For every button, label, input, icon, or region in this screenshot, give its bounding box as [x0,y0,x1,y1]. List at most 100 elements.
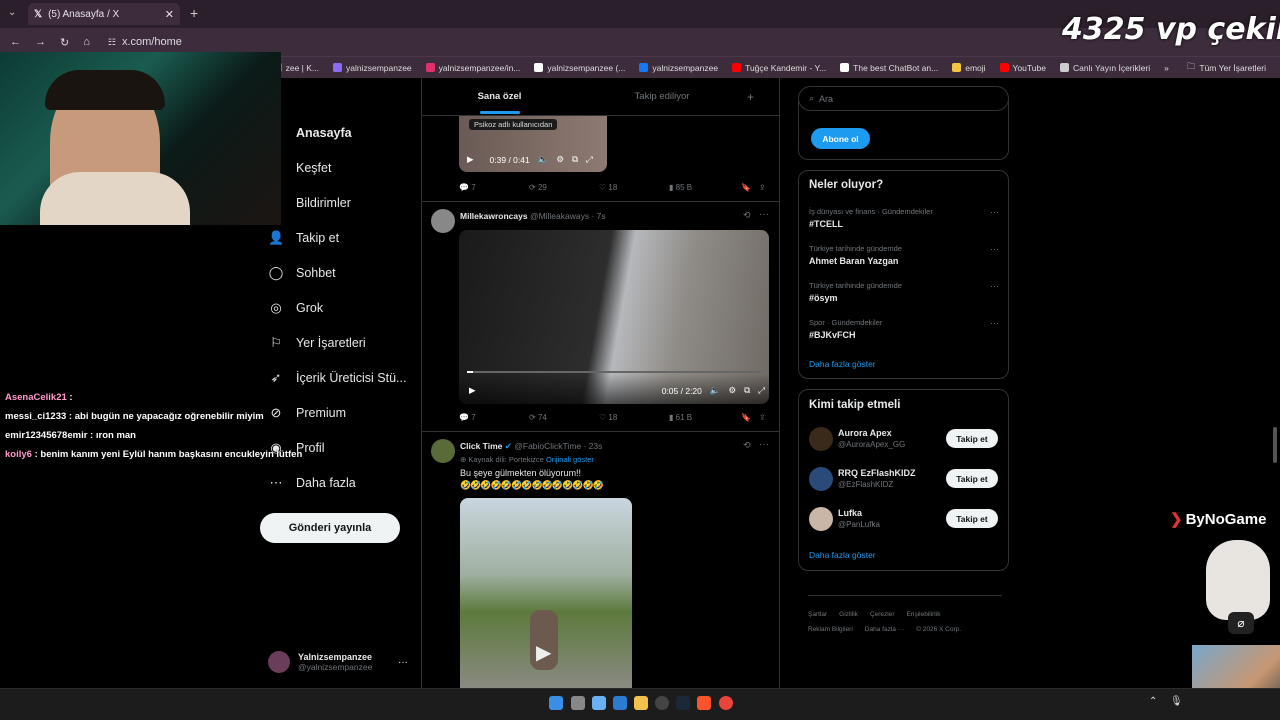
bookmark-icon[interactable]: 🔖 [741,183,759,192]
site-info-icon[interactable]: ☷ [108,37,116,48]
trend-item[interactable]: Türkiye tarihinde gündemde Ahmet Baran Ya… [809,244,999,266]
bookmark-item[interactable]: yalnizsempanzee [332,63,412,73]
play-icon[interactable]: ▶ [467,154,474,165]
show-more-follow-link[interactable]: Daha fazla göster [809,550,876,560]
more-dots-icon[interactable]: ··· [990,318,999,328]
grok-icon[interactable]: ⟲ [743,440,751,451]
follow-suggestion[interactable]: Aurora Apex @AuroraApex_GG Takip et [809,426,999,454]
forward-icon[interactable]: → [35,36,46,48]
more-dots-icon[interactable]: ··· [990,244,999,254]
sidebar-item-yer-i-aretleri[interactable]: ⚐ Yer İşaretleri [268,331,366,355]
sidebar-item-premium[interactable]: ⊘ Premium [268,401,346,425]
obs-icon[interactable] [655,696,669,710]
follow-button[interactable]: Takip et [946,509,998,528]
post-video[interactable]: ▶ [460,498,632,688]
reload-icon[interactable]: ↻ [60,36,69,49]
sidebar-item-anasayfa[interactable]: Anasayfa [268,121,352,145]
subscribe-button[interactable]: Abone ol [811,128,870,149]
trend-item[interactable]: İş dünyası ve finans · Gündemdekiler #TCE… [809,207,999,229]
bookmark-item[interactable]: emoji [952,63,986,73]
widgets-icon[interactable] [592,696,606,710]
post-author-name[interactable]: Click Time [460,441,502,451]
start-menu-icon[interactable] [549,696,563,710]
add-tab-icon[interactable]: + [747,90,754,104]
post-video[interactable]: ▶ 0:05 / 2:20 🔈 ⚙ ⧉ ⤢ [459,230,769,404]
show-more-trends-link[interactable]: Daha fazla göster [809,359,876,369]
repost-button[interactable]: ⟳ 74 [529,413,599,422]
tray-overflow-icon[interactable]: ⌃ [1149,696,1157,707]
more-dots-icon[interactable]: ··· [398,657,408,668]
back-icon[interactable]: ← [10,36,21,48]
more-dots-icon[interactable]: ··· [990,281,999,291]
reply-button[interactable]: 💬 7 [459,413,529,422]
chrome-icon[interactable] [719,696,733,710]
reply-button[interactable]: 💬 7 [459,183,529,192]
sidebar-item-daha-fazla[interactable]: ⋯ Daha fazla [268,471,356,495]
sidebar-item-sohbet[interactable]: ◯ Sohbet [268,261,336,285]
avatar[interactable] [431,439,455,463]
follow-suggestion[interactable]: Lufka @PanLufka Takip et [809,506,999,534]
volume-icon[interactable]: 🔈 [538,154,549,165]
repost-button[interactable]: ⟳ 29 [529,183,599,192]
follow-button[interactable]: Takip et [946,469,998,488]
sidebar-item-bildirimler[interactable]: Bildirimler [268,191,351,215]
tab-for-you[interactable]: Sana özel [422,91,577,114]
views-count[interactable]: ▮ 61 B [669,413,741,422]
sidebar-item-takip-et[interactable]: 👤 Takip et [268,226,339,250]
post-button[interactable]: Gönderi yayınla [260,513,400,543]
microphone-icon[interactable]: 🎙 [1170,696,1183,707]
page-scrollbar[interactable] [1273,427,1277,463]
brave-icon[interactable] [697,696,711,710]
url-field[interactable]: ☷ x.com/home [108,36,182,48]
pip-icon[interactable]: ⧉ [744,385,750,396]
avatar[interactable] [431,209,455,233]
sidebar-item-i-erik-reticisi-st-[interactable]: ➶ İçerik Üreticisi Stü... [268,366,407,390]
footer-link[interactable]: Reklam Bilgileri [808,626,853,633]
bookmark-item[interactable]: YouTube [999,63,1046,73]
account-switcher[interactable]: Yalnizsempanzee @yalnizsempanzee ··· [268,648,408,676]
bookmark-item[interactable]: yalnizsempanzee/in... [425,63,520,73]
footer-link[interactable]: Şartlar [808,611,827,618]
post-video[interactable]: Psikoz adlı kullanıcıdan ▶ 0:39 / 0:41 🔈… [459,116,607,172]
footer-link[interactable]: © 2026 X Corp. [916,626,961,633]
more-dots-icon[interactable]: ··· [759,439,769,450]
sidebar-item-grok[interactable]: ◎ Grok [268,296,323,320]
follow-button[interactable]: Takip et [946,429,998,448]
sidebar-item-ke-fet[interactable]: Keşfet [268,156,331,180]
share-icon[interactable]: ⇪ [759,413,766,422]
views-count[interactable]: ▮ 85 B [669,183,741,192]
settings-icon[interactable]: ⚙ [556,154,564,165]
footer-link[interactable]: Çerezler [870,611,895,618]
new-tab-icon[interactable]: + [190,5,198,21]
bookmarks-overflow-icon[interactable]: » [1164,63,1169,73]
bookmark-item[interactable]: Canlı Yayın İçerikleri [1059,63,1150,73]
all-bookmarks-folder[interactable]: 🗀 Tüm Yer İşaretleri [1187,61,1266,75]
bookmark-item[interactable]: The best ChatBot an... [840,63,938,73]
bookmark-icon[interactable]: 🔖 [741,413,759,422]
play-icon[interactable]: ▶ [536,640,551,665]
volume-icon[interactable]: 🔈 [710,385,721,396]
extension-icon[interactable]: ⌀ [1228,612,1254,634]
fullscreen-icon[interactable]: ⤢ [586,154,593,165]
trend-item[interactable]: Türkiye tarihinde gündemde #ösym ··· [809,281,999,303]
like-button[interactable]: ♡ 18 [599,413,669,422]
show-original-link[interactable]: Orijinali göster [546,455,594,464]
close-tab-icon[interactable]: ✕ [165,8,174,21]
footer-link[interactable]: Daha fazla ··· [865,626,904,633]
tab-following[interactable]: Takip ediliyor [577,91,747,102]
bookmark-item[interactable]: Tuğçe Kandemir - Y... [732,63,826,73]
bookmark-item[interactable]: yalnizsempanzee [639,63,718,73]
post-author-name[interactable]: Millekawroncays [460,211,528,221]
follow-suggestion[interactable]: RRQ EzFlashKIDZ @EzFlashKIDZ Takip et [809,466,999,494]
grok-icon[interactable]: ⟲ [743,210,751,221]
more-dots-icon[interactable]: ··· [759,209,769,220]
like-button[interactable]: ♡ 18 [599,183,669,192]
more-dots-icon[interactable]: ··· [990,207,999,217]
app-icon[interactable] [613,696,627,710]
fullscreen-icon[interactable]: ⤢ [758,385,765,396]
steam-icon[interactable] [676,696,690,710]
settings-icon[interactable]: ⚙ [728,385,736,396]
bookmark-item[interactable]: yalnizsempanzee (... [534,63,625,73]
task-view-icon[interactable] [571,696,585,710]
footer-link[interactable]: Erişilebilirlik [907,611,941,618]
